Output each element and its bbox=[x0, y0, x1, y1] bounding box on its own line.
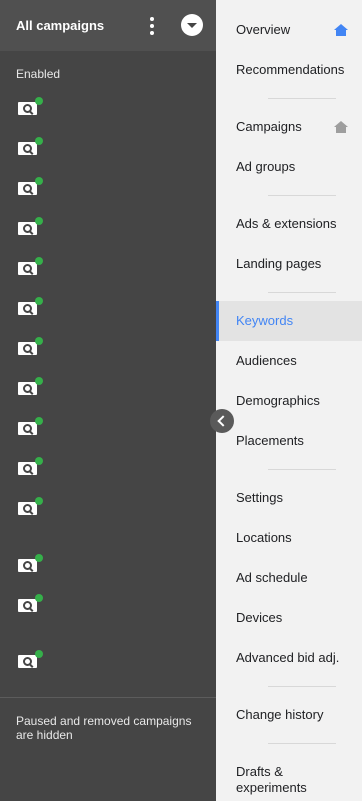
panel-divider bbox=[0, 697, 216, 698]
nav-item-label: Advanced bid adj. bbox=[236, 650, 340, 665]
nav-divider bbox=[268, 195, 336, 196]
status-dot bbox=[35, 177, 43, 185]
campaign-panel-header: All campaigns bbox=[0, 0, 216, 51]
campaign-item[interactable] bbox=[18, 497, 44, 515]
status-dot bbox=[35, 97, 43, 105]
nav-item-keywords[interactable]: Keywords bbox=[216, 301, 362, 341]
home-icon bbox=[334, 24, 348, 36]
nav-item-overview[interactable]: Overview bbox=[216, 10, 362, 50]
nav-item-label: Demographics bbox=[236, 393, 320, 408]
nav-item-label: Recommendations bbox=[236, 62, 345, 77]
status-dot bbox=[35, 337, 43, 345]
nav-item-demographics[interactable]: Demographics bbox=[216, 381, 362, 421]
nav-item-ad-schedule[interactable]: Ad schedule bbox=[216, 558, 362, 598]
status-dot bbox=[35, 297, 43, 305]
all-campaigns-title[interactable]: All campaigns bbox=[16, 18, 104, 33]
campaign-item[interactable] bbox=[18, 337, 44, 355]
nav-item-label: Landing pages bbox=[236, 256, 322, 271]
more-vert-icon[interactable] bbox=[145, 15, 159, 37]
nav-item-label: Campaigns bbox=[236, 119, 302, 134]
nav-item-label: Ads & extensions bbox=[236, 216, 337, 231]
nav-divider bbox=[268, 98, 336, 99]
campaign-item[interactable] bbox=[18, 457, 44, 475]
enabled-section-label: Enabled bbox=[16, 67, 61, 81]
nav-item-label: Change history bbox=[236, 707, 324, 722]
nav-item-label: Overview bbox=[236, 22, 291, 37]
status-dot bbox=[35, 137, 43, 145]
nav-divider bbox=[268, 686, 336, 687]
nav-item-ads-extensions[interactable]: Ads & extensions bbox=[216, 204, 362, 244]
nav-item-label: Keywords bbox=[236, 313, 294, 328]
nav-item-label: Locations bbox=[236, 530, 292, 545]
nav-item-label: Drafts & experiments bbox=[236, 764, 307, 795]
page-nav: Overview Recommendations Campaigns Ad gr… bbox=[216, 0, 362, 801]
nav-item-label: Ad groups bbox=[236, 159, 296, 174]
status-dot bbox=[35, 377, 43, 385]
campaign-item[interactable] bbox=[18, 594, 44, 612]
campaign-item[interactable] bbox=[18, 650, 44, 668]
status-dot bbox=[35, 257, 43, 265]
campaign-item[interactable] bbox=[18, 137, 44, 155]
nav-item-label: Settings bbox=[236, 490, 283, 505]
nav-item-landing-pages[interactable]: Landing pages bbox=[216, 244, 362, 284]
nav-item-label: Placements bbox=[236, 433, 304, 448]
nav-divider bbox=[268, 743, 336, 744]
nav-item-placements[interactable]: Placements bbox=[216, 421, 362, 461]
nav-item-ad-groups[interactable]: Ad groups bbox=[216, 147, 362, 187]
status-dot bbox=[35, 217, 43, 225]
hidden-campaigns-note: Paused and removed campaigns are hidden bbox=[16, 714, 192, 742]
campaign-item[interactable] bbox=[18, 554, 44, 572]
campaign-item[interactable] bbox=[18, 377, 44, 395]
nav-item-audiences[interactable]: Audiences bbox=[216, 341, 362, 381]
status-dot bbox=[35, 497, 43, 505]
nav-item-settings[interactable]: Settings bbox=[216, 478, 362, 518]
campaign-item[interactable] bbox=[18, 97, 44, 115]
nav-item-recommendations[interactable]: Recommendations bbox=[216, 50, 362, 90]
nav-item-drafts-experiments[interactable]: Drafts & experiments bbox=[216, 760, 362, 800]
status-dot bbox=[35, 594, 43, 602]
nav-item-label: Devices bbox=[236, 610, 283, 625]
campaign-item[interactable] bbox=[18, 257, 44, 275]
chevron-left-icon[interactable] bbox=[210, 409, 234, 433]
campaign-item[interactable] bbox=[18, 417, 44, 435]
nav-item-campaigns[interactable]: Campaigns bbox=[216, 107, 362, 147]
nav-item-locations[interactable]: Locations bbox=[216, 518, 362, 558]
campaign-panel: All campaigns Enabled Paused and removed… bbox=[0, 0, 216, 801]
nav-item-advanced-bid-adj[interactable]: Advanced bid adj. bbox=[216, 638, 362, 678]
dropdown-icon[interactable] bbox=[181, 14, 203, 36]
nav-divider bbox=[268, 292, 336, 293]
nav-item-label: Audiences bbox=[236, 353, 297, 368]
nav-item-label: Ad schedule bbox=[236, 570, 308, 585]
campaign-item[interactable] bbox=[18, 217, 44, 235]
home-icon bbox=[334, 121, 348, 133]
status-dot bbox=[35, 417, 43, 425]
status-dot bbox=[35, 650, 43, 658]
status-dot bbox=[35, 457, 43, 465]
nav-item-devices[interactable]: Devices bbox=[216, 598, 362, 638]
active-indicator bbox=[216, 301, 219, 341]
nav-divider bbox=[268, 469, 336, 470]
status-dot bbox=[35, 554, 43, 562]
campaign-item[interactable] bbox=[18, 297, 44, 315]
campaign-item[interactable] bbox=[18, 177, 44, 195]
nav-item-change-history[interactable]: Change history bbox=[216, 695, 362, 735]
